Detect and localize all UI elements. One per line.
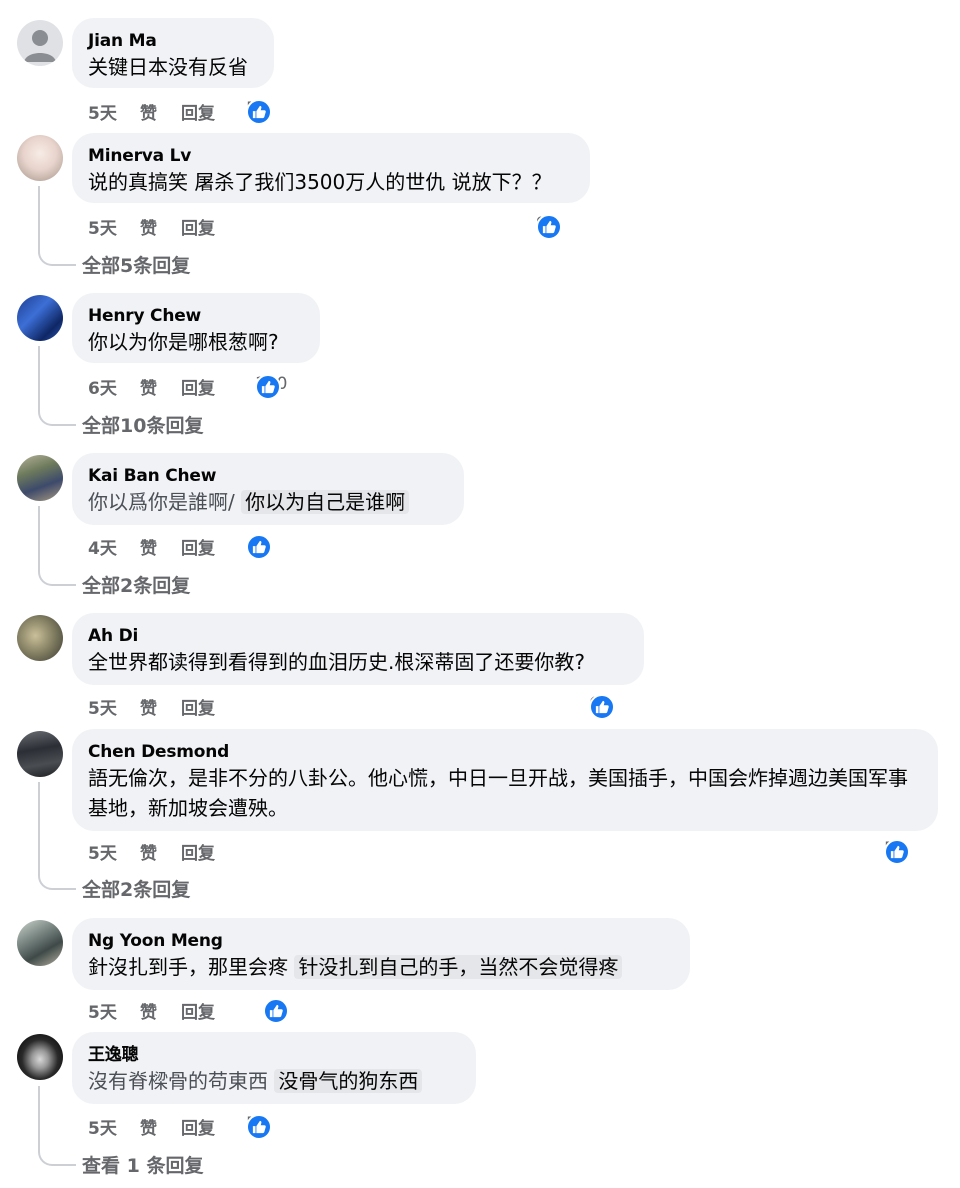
reply-button[interactable]: 回复 xyxy=(181,534,215,559)
comment-time[interactable]: 5天 xyxy=(88,99,117,124)
thumbs-up-icon xyxy=(246,99,272,125)
reply-button[interactable]: 回复 xyxy=(181,99,215,124)
comment-bubble: Henry Chew 你以为你是哪根葱啊? xyxy=(72,293,320,363)
thumbs-up-icon xyxy=(246,1114,272,1140)
comment-translated-text: 你以为自己是谁啊 xyxy=(241,490,410,514)
like-button[interactable]: 赞 xyxy=(140,1114,157,1139)
commenter-name[interactable]: Ng Yoon Meng xyxy=(88,930,674,952)
comment-actions: 5天 赞 回复 65 xyxy=(88,690,648,720)
like-button[interactable]: 赞 xyxy=(140,374,157,399)
avatar[interactable] xyxy=(17,1034,63,1080)
avatar[interactable] xyxy=(17,920,63,966)
default-user-icon xyxy=(24,30,56,62)
comment-time[interactable]: 5天 xyxy=(88,694,117,719)
comment-translated-text: 没骨气的狗东西 xyxy=(274,1069,423,1093)
thumbs-up-icon xyxy=(255,374,281,400)
like-button[interactable]: 赞 xyxy=(140,839,157,864)
comment-actions: 4天 赞 回复 44 xyxy=(88,530,328,560)
comment-original-text: 沒有脊樑骨的苟東西 xyxy=(88,1069,268,1093)
commenter-name[interactable]: Henry Chew xyxy=(88,305,304,327)
view-replies-link[interactable]: 查看 1 条回复 xyxy=(82,1151,203,1178)
comment-text: 说的真搞笑 屠杀了我们3500万人的世仇 说放下？？ xyxy=(88,170,552,194)
comment-text: 沒有脊樑骨的苟東西 没骨气的狗东西 xyxy=(88,1066,460,1096)
reply-thread-line xyxy=(38,1086,76,1166)
avatar[interactable] xyxy=(17,135,63,181)
comment-text: 語无倫次，是非不分的八卦公。他心慌，中日一旦开战，美国插手，中国会炸掉週边美国军… xyxy=(88,766,908,820)
comment-text: 針沒扎到手，那里会疼 针没扎到自己的手，当然不会觉得疼 xyxy=(88,952,674,982)
view-replies-link[interactable]: 全部2条回复 xyxy=(82,875,190,902)
reply-button[interactable]: 回复 xyxy=(181,998,215,1023)
comment-bubble: Minerva Lv 说的真搞笑 屠杀了我们3500万人的世仇 说放下？？ xyxy=(72,133,590,203)
like-button[interactable]: 赞 xyxy=(140,694,157,719)
reply-thread-line xyxy=(38,186,76,266)
comment-bubble: Ng Yoon Meng 針沒扎到手，那里会疼 针没扎到自己的手，当然不会觉得疼 xyxy=(72,918,690,990)
comment-bubble: 王逸聰 沒有脊樑骨的苟東西 没骨气的狗东西 xyxy=(72,1032,476,1104)
comment-time[interactable]: 4天 xyxy=(88,534,117,559)
reply-thread-line xyxy=(38,506,76,586)
comment-time[interactable]: 5天 xyxy=(88,839,117,864)
reply-thread-line xyxy=(38,346,76,426)
comment-actions: 5天 赞 回复 95 xyxy=(88,210,608,240)
avatar[interactable] xyxy=(17,615,63,661)
comment-text: 你以为你是哪根葱啊? xyxy=(88,330,279,354)
thumbs-up-icon xyxy=(884,839,910,865)
commenter-name[interactable]: Jian Ma xyxy=(88,30,258,52)
reply-button[interactable]: 回复 xyxy=(181,1114,215,1139)
reply-button[interactable]: 回复 xyxy=(181,839,215,864)
comment-text: 全世界都读得到看得到的血泪历史.根深蒂固了还要你教? xyxy=(88,650,585,674)
comment-translated-text: 针没扎到自己的手，当然不会觉得疼 xyxy=(294,955,623,979)
avatar[interactable] xyxy=(17,20,63,66)
like-button[interactable]: 赞 xyxy=(140,214,157,239)
comment-original-text: 針沒扎到手，那里会疼 xyxy=(88,955,288,979)
commenter-name[interactable]: 王逸聰 xyxy=(88,1044,460,1066)
view-replies-link[interactable]: 全部5条回复 xyxy=(82,251,190,278)
commenter-name[interactable]: Ah Di xyxy=(88,625,628,647)
thumbs-up-icon xyxy=(263,998,289,1024)
like-button[interactable]: 赞 xyxy=(140,998,157,1023)
reply-button[interactable]: 回复 xyxy=(181,694,215,719)
comment-time[interactable]: 5天 xyxy=(88,998,117,1023)
comment-actions: 5天 赞 回复 52 xyxy=(88,1110,328,1140)
thumbs-up-icon xyxy=(536,214,562,240)
comment-actions: 5天 赞 回复 48 xyxy=(88,994,328,1024)
commenter-name[interactable]: Kai Ban Chew xyxy=(88,465,448,487)
view-replies-link[interactable]: 全部2条回复 xyxy=(82,571,190,598)
thumbs-up-icon xyxy=(246,534,272,560)
reply-button[interactable]: 回复 xyxy=(181,374,215,399)
reply-thread-line xyxy=(38,782,76,890)
comment-bubble: Kai Ban Chew 你以爲你是誰啊/ 你以为自己是谁啊 xyxy=(72,453,464,525)
comment-bubble: Chen Desmond 語无倫次，是非不分的八卦公。他心慌，中日一旦开战，美国… xyxy=(72,729,938,831)
reply-button[interactable]: 回复 xyxy=(181,214,215,239)
like-button[interactable]: 赞 xyxy=(140,99,157,124)
comment-text: 关键日本没有反省 xyxy=(88,55,248,79)
comment-bubble: Jian Ma 关键日本没有反省 xyxy=(72,18,274,88)
avatar[interactable] xyxy=(17,455,63,501)
comment-text: 你以爲你是誰啊/ 你以为自己是谁啊 xyxy=(88,487,448,517)
comment-time[interactable]: 5天 xyxy=(88,1114,117,1139)
commenter-name[interactable]: Minerva Lv xyxy=(88,145,574,167)
comment-time[interactable]: 5天 xyxy=(88,214,117,239)
view-replies-link[interactable]: 全部10条回复 xyxy=(82,411,203,438)
comment-time[interactable]: 6天 xyxy=(88,374,117,399)
thumbs-up-icon xyxy=(589,694,615,720)
avatar[interactable] xyxy=(17,295,63,341)
avatar[interactable] xyxy=(17,731,63,777)
commenter-name[interactable]: Chen Desmond xyxy=(88,741,922,763)
comment-actions: 5天 赞 回复 50 xyxy=(88,95,308,125)
like-button[interactable]: 赞 xyxy=(140,534,157,559)
comment-actions: 5天 赞 回复 56 xyxy=(88,835,948,865)
comment-bubble: Ah Di 全世界都读得到看得到的血泪历史.根深蒂固了还要你教? xyxy=(72,613,644,685)
comment-original-text: 你以爲你是誰啊/ xyxy=(88,490,235,514)
comment-actions: 6天 赞 回复 110 xyxy=(88,370,348,400)
